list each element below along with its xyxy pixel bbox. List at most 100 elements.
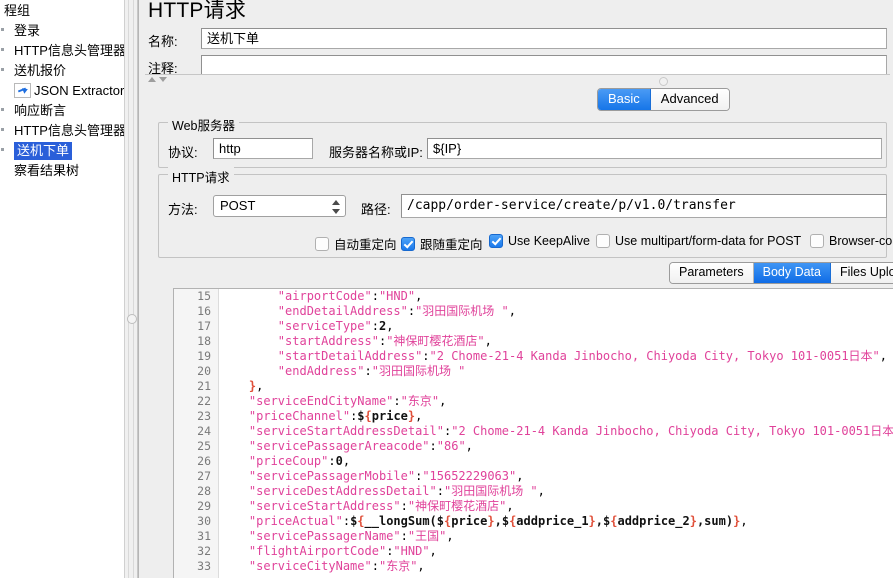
- body-tab-parameters[interactable]: Parameters: [670, 263, 754, 283]
- path-input[interactable]: /capp/order-service/create/p/v1.0/transf…: [401, 194, 887, 218]
- name-input[interactable]: 送机下单: [201, 28, 887, 49]
- divider-knob-icon[interactable]: [659, 77, 668, 86]
- line-number: 27: [197, 469, 211, 483]
- split-line-right: [133, 0, 134, 578]
- editor-line: "servicePassagerAreacode":"86",: [248, 439, 473, 453]
- option-checkbox-1[interactable]: 跟随重定向: [401, 234, 483, 253]
- mode-tab-advanced[interactable]: Advanced: [650, 89, 729, 110]
- editor-line-number-gutter: 15 16 17 18 19 20 21 22 23 24 25 26 27 28 29 30 31 32 33: [174, 289, 219, 578]
- option-checkbox-3[interactable]: Use multipart/form-data for POST: [596, 234, 801, 248]
- tree-item-label: 送机报价: [14, 62, 67, 78]
- editor-code-area[interactable]: "airportCode":"HND", "endDetailAddress":…: [220, 289, 893, 578]
- editor-line: "endAddress":"羽田国际机场 ": [277, 364, 466, 378]
- tree-item-1[interactable]: 登录: [0, 20, 124, 40]
- path-label: 路径:: [361, 202, 391, 217]
- tree-item-2[interactable]: HTTP信息头管理器: [0, 40, 124, 60]
- host-label: 服务器名称或IP:: [329, 145, 423, 160]
- body-tab-group[interactable]: Parameters Body Data Files Upload: [669, 262, 893, 284]
- option-checkbox-4[interactable]: Browser-compatible headers: [810, 234, 893, 248]
- tree-item-label: 程组: [4, 2, 31, 18]
- editor-line: "priceChannel":${price},: [248, 409, 423, 423]
- line-number: 22: [197, 394, 211, 408]
- option-checkbox-2[interactable]: Use KeepAlive: [489, 234, 590, 248]
- tree-item-label: HTTP信息头管理器: [14, 122, 124, 138]
- body-tab-body-data[interactable]: Body Data: [753, 263, 831, 283]
- line-number: 23: [197, 409, 211, 423]
- tab-label: Parameters: [679, 265, 744, 279]
- editor-line: "serviceStartAddress":"神保町樱花酒店",: [248, 499, 514, 513]
- split-knob-icon[interactable]: [127, 314, 137, 324]
- checkbox-unchecked-icon[interactable]: [315, 236, 329, 251]
- tree-node-marker-icon: [1, 48, 4, 51]
- tree-item-label: JSON Extractor: [34, 82, 124, 98]
- checkbox-unchecked-icon[interactable]: [810, 234, 824, 248]
- body-data-editor[interactable]: 15 16 17 18 19 20 21 22 23 24 25 26 27 28 29 30 31 32 33 "…: [173, 288, 893, 578]
- page-title: HTTP请求: [148, 0, 247, 22]
- tree-item-4[interactable]: JSON Extractor: [0, 80, 124, 100]
- checkbox-unchecked-icon[interactable]: [596, 234, 610, 248]
- editor-line: "priceCoup":0,: [248, 454, 351, 468]
- tab-label: Basic: [608, 91, 640, 106]
- checkbox-checked-icon[interactable]: [489, 234, 503, 248]
- line-number: 29: [197, 499, 211, 513]
- tree-item-label: 送机下单: [14, 141, 73, 160]
- tree-node-marker-icon: [1, 68, 4, 71]
- tree-item-label: 察看结果树: [14, 162, 80, 178]
- tree-node-marker-icon: [1, 28, 4, 31]
- option-checkbox-0[interactable]: 自动重定向: [315, 234, 397, 253]
- option-label: Browser-compatible headers: [829, 234, 893, 248]
- host-input[interactable]: ${IP}: [427, 138, 882, 159]
- editor-line: "serviceDestAddressDetail":"羽田国际机场 ",: [248, 484, 545, 498]
- collapse-up-icon[interactable]: [148, 77, 156, 82]
- editor-line: "startDetailAddress":"2 Chome-21-4 Kanda…: [277, 349, 888, 363]
- tree-item-3[interactable]: 送机报价: [0, 60, 124, 80]
- collapse-down-icon[interactable]: [159, 77, 167, 82]
- editor-line: "priceActual":${__longSum(${price},${add…: [248, 514, 748, 528]
- line-number: 21: [197, 379, 211, 393]
- split-line-left: [128, 0, 129, 578]
- protocol-input[interactable]: http: [213, 138, 313, 159]
- tab-label: Body Data: [762, 265, 821, 279]
- checkbox-checked-icon[interactable]: [401, 236, 415, 251]
- tree-item-8[interactable]: 察看结果树: [0, 160, 124, 180]
- web-server-group-title: Web服务器: [168, 115, 239, 134]
- comment-input[interactable]: [201, 55, 887, 76]
- method-label: 方法:: [168, 202, 198, 217]
- tree-item-6[interactable]: HTTP信息头管理器: [0, 120, 124, 140]
- line-number: 28: [197, 484, 211, 498]
- mode-tab-basic[interactable]: Basic: [598, 89, 651, 110]
- option-label: Use multipart/form-data for POST: [615, 234, 802, 248]
- line-number: 16: [197, 304, 211, 318]
- horizontal-split-divider[interactable]: [124, 0, 138, 578]
- line-number: 25: [197, 439, 211, 453]
- line-number: 17: [197, 319, 211, 333]
- divider-line: [145, 74, 890, 75]
- collapse-divider[interactable]: [139, 74, 893, 86]
- tree-node-marker-icon: [1, 128, 4, 131]
- line-number: 26: [197, 454, 211, 468]
- line-number: 20: [197, 364, 211, 378]
- editor-line: "airportCode":"HND",: [277, 289, 423, 303]
- editor-line: "serviceStartAddressDetail":"2 Chome-21-…: [248, 424, 893, 438]
- line-number: 15: [197, 289, 211, 303]
- line-number: 24: [197, 424, 211, 438]
- editor-line: "servicePassagerName":"王国",: [248, 529, 454, 543]
- editor-line: "flightAirportCode":"HND",: [248, 544, 437, 558]
- tree-item-label: 登录: [14, 22, 41, 38]
- method-select[interactable]: POST: [213, 195, 346, 217]
- editor-line: "endDetailAddress":"羽田国际机场 ",: [277, 304, 516, 318]
- tree-item-7[interactable]: 送机下单: [0, 140, 124, 160]
- tree-node-marker-icon: [1, 108, 4, 111]
- line-number: 31: [197, 529, 211, 543]
- tree-item-5[interactable]: 响应断言: [0, 100, 124, 120]
- option-label: Use KeepAlive: [508, 234, 590, 248]
- editor-line: },: [248, 379, 264, 393]
- mode-tab-group[interactable]: Basic Advanced: [597, 88, 730, 111]
- jmeter-window: 程组 登录 HTTP信息头管理器 送机报价 JSON Extractor 响应断言 HTTP…: [0, 0, 893, 578]
- body-tab-files-upload[interactable]: Files Upload: [830, 263, 893, 283]
- test-plan-tree[interactable]: 程组 登录 HTTP信息头管理器 送机报价 JSON Extractor 响应断言 HTTP…: [0, 0, 124, 578]
- editor-line: "serviceCityName":"东京",: [248, 559, 425, 573]
- option-label: 跟随重定向: [420, 238, 483, 252]
- line-number: 18: [197, 334, 211, 348]
- tree-item-0[interactable]: 程组: [0, 0, 124, 20]
